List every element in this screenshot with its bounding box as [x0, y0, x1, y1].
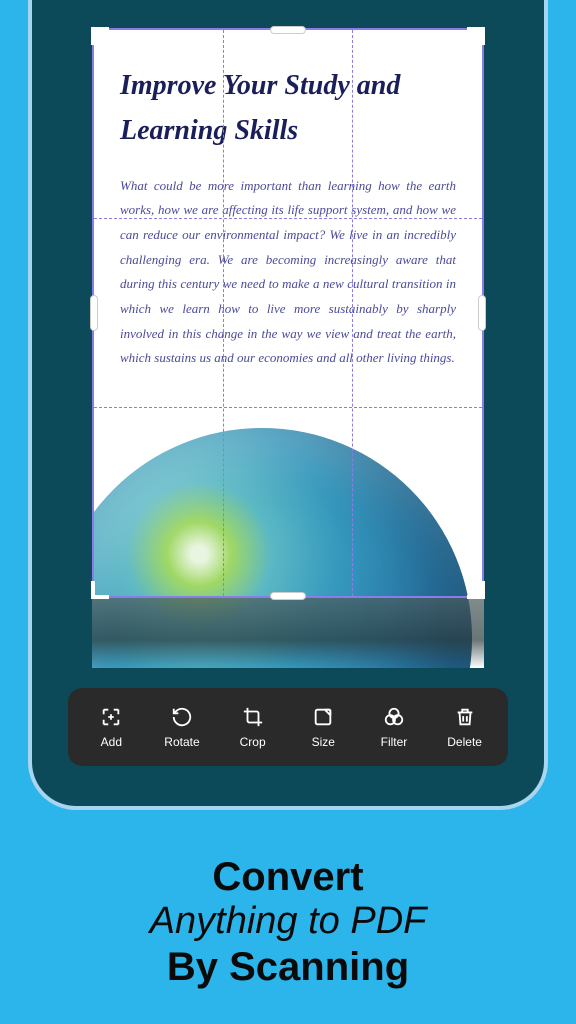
marketing-text: Convert Anything to PDF By Scanning — [0, 854, 576, 990]
rotate-icon — [171, 706, 193, 728]
marketing-line-1: Convert — [0, 854, 576, 900]
phone-frame: Improve Your Study and Learning Skills W… — [28, 0, 548, 810]
trash-icon — [454, 706, 476, 728]
tool-label: Size — [312, 735, 335, 749]
add-icon — [100, 706, 122, 728]
tool-label: Crop — [240, 735, 266, 749]
marketing-line-3: By Scanning — [0, 944, 576, 990]
marketing-line-2: Anything to PDF — [0, 900, 576, 944]
tool-label: Add — [101, 735, 122, 749]
tool-label: Filter — [381, 735, 408, 749]
tool-label: Rotate — [164, 735, 199, 749]
size-button[interactable]: Size — [296, 706, 350, 749]
tool-label: Delete — [447, 735, 482, 749]
torn-paper-edge — [92, 598, 484, 668]
size-icon — [312, 706, 334, 728]
delete-button[interactable]: Delete — [438, 706, 492, 749]
rotate-button[interactable]: Rotate — [155, 706, 209, 749]
edit-toolbar: Add Rotate Crop Size Filter — [68, 688, 508, 766]
filter-icon — [383, 706, 405, 728]
document-title: Improve Your Study and Learning Skills — [120, 64, 456, 154]
add-button[interactable]: Add — [84, 706, 138, 749]
document-body: What could be more important than learni… — [120, 174, 456, 372]
filter-button[interactable]: Filter — [367, 706, 421, 749]
scanned-document[interactable]: Improve Your Study and Learning Skills W… — [92, 28, 484, 668]
crop-button[interactable]: Crop — [226, 706, 280, 749]
crop-icon — [242, 706, 264, 728]
